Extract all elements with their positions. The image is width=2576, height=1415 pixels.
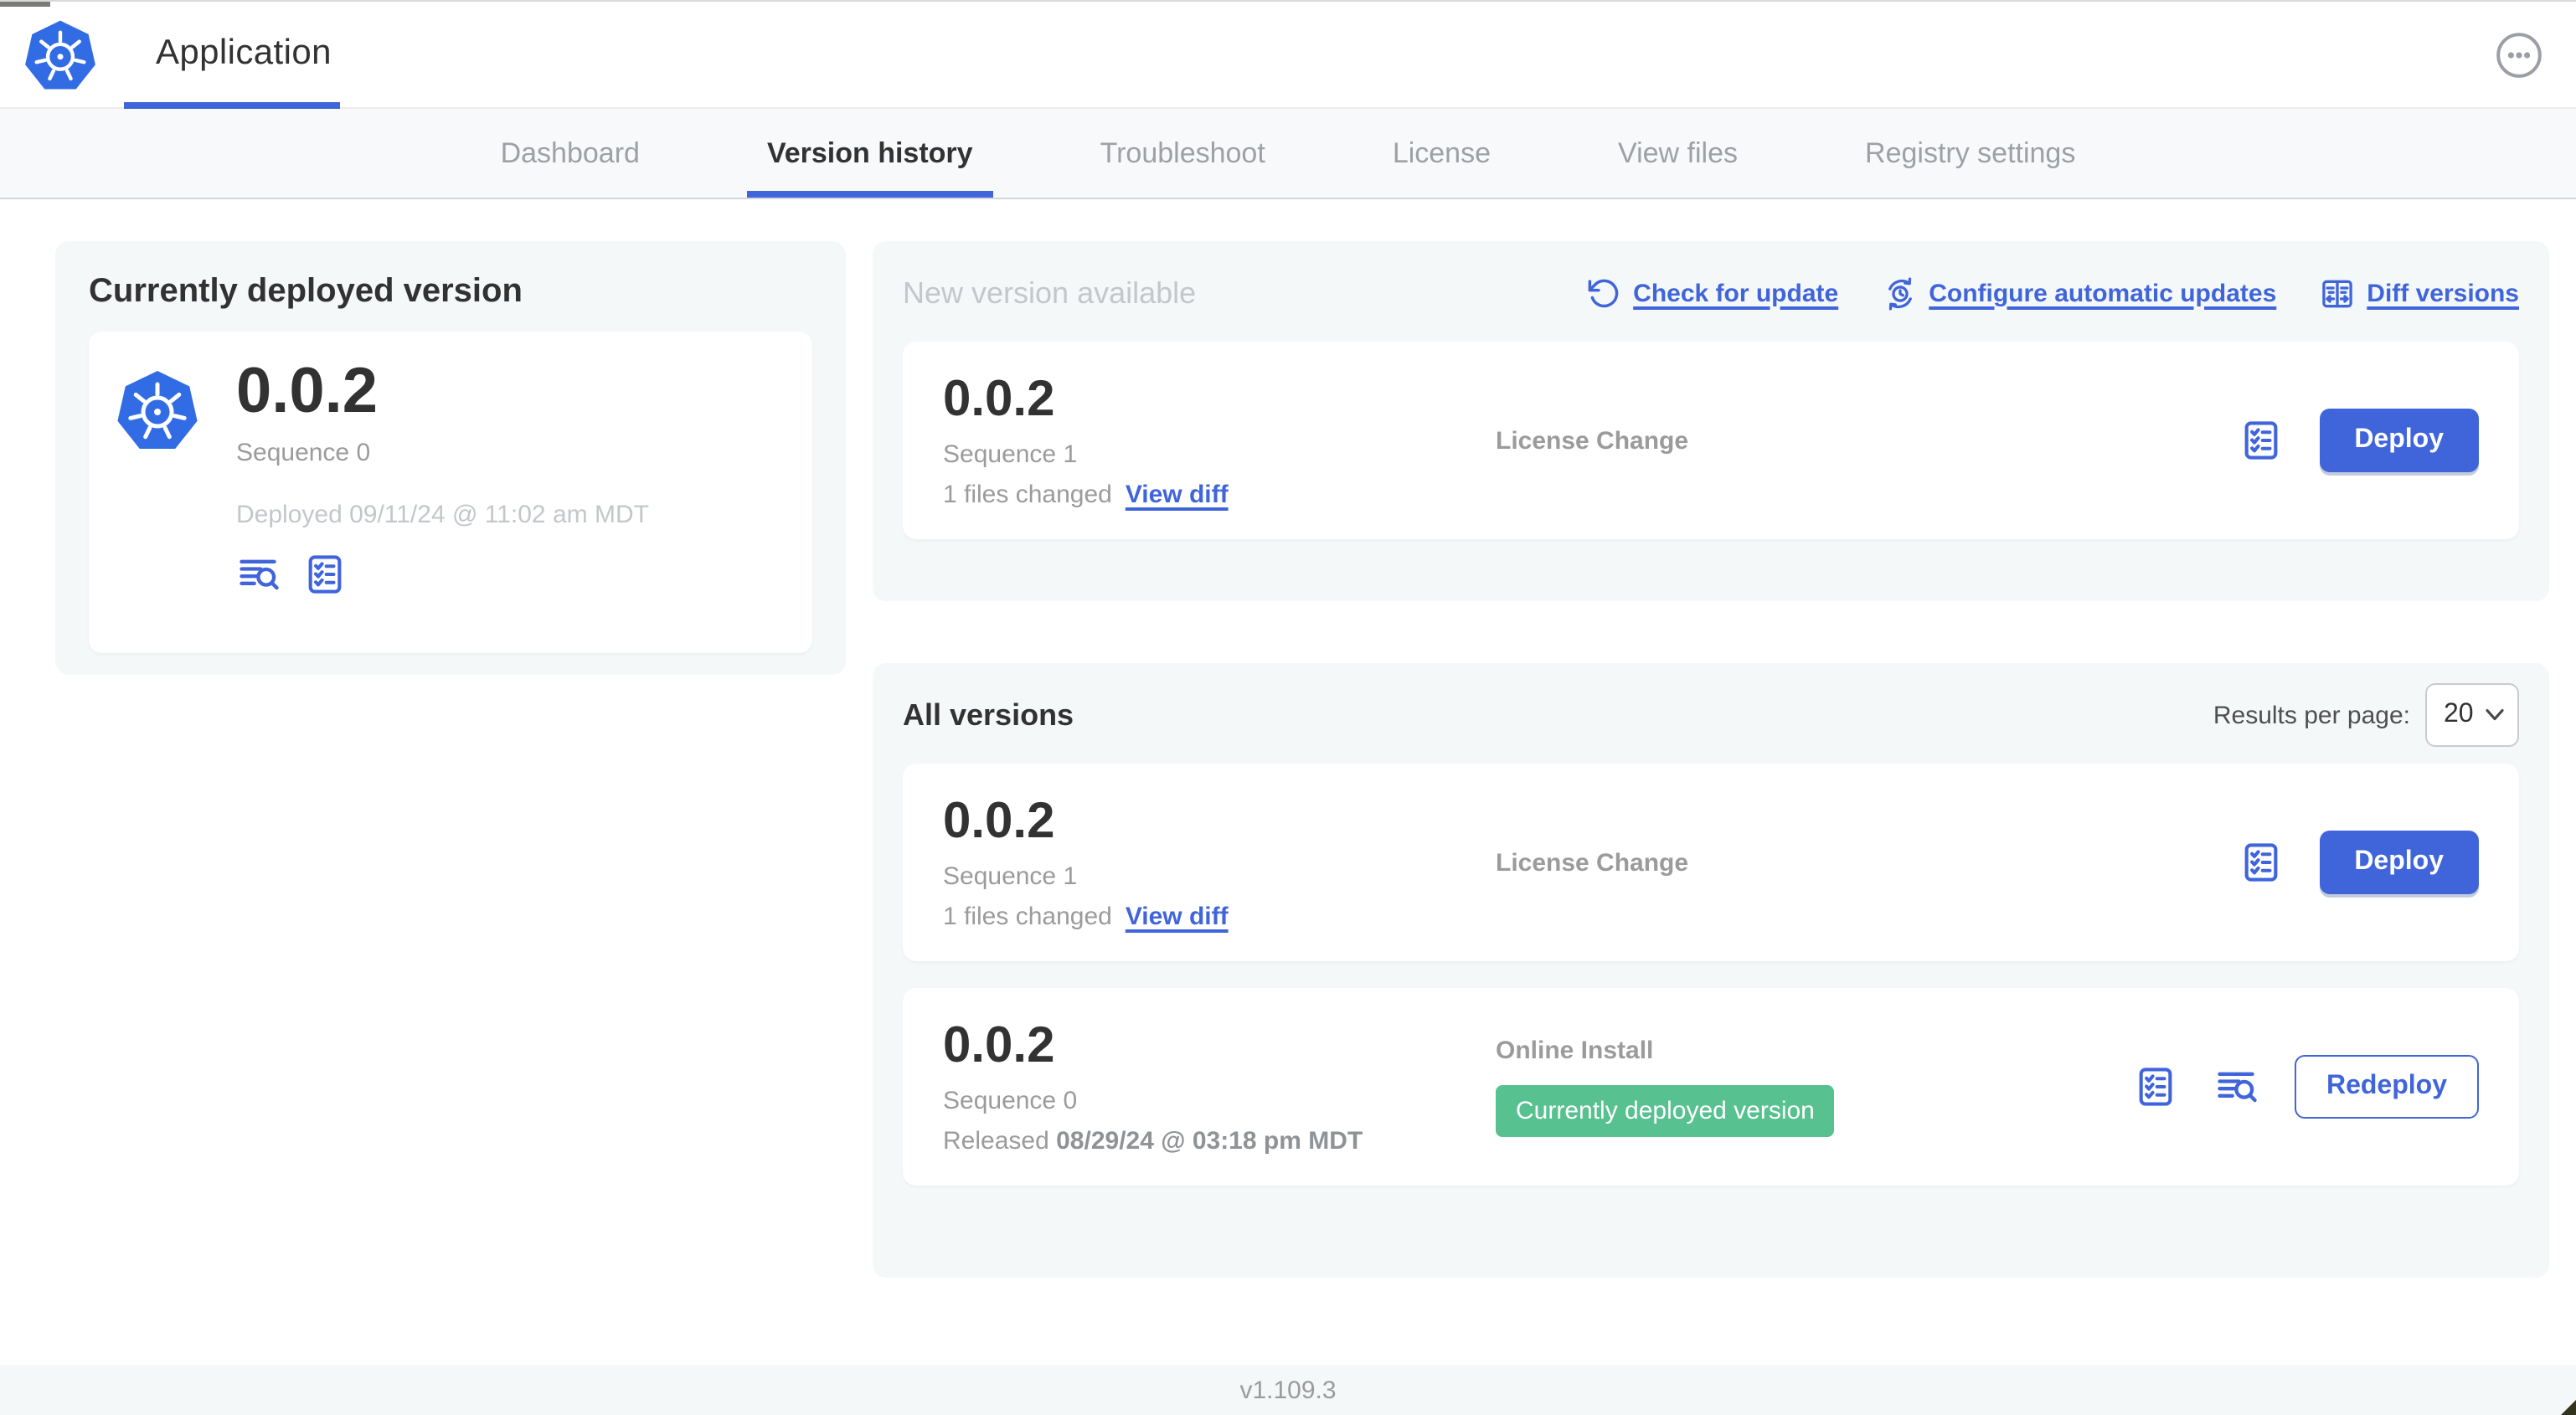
version-source: License Change: [1496, 848, 1689, 877]
all-versions-panel: All versions Results per page: 20 0.0.2 …: [873, 663, 2549, 1278]
currently-deployed-badge: Currently deployed version: [1496, 1085, 1835, 1137]
schedule-update-icon: [1882, 275, 1917, 311]
app-title-active-underline: [124, 102, 340, 109]
new-version-panel-header: New version available Check for update C…: [903, 271, 2519, 315]
version-config-button[interactable]: [2134, 1065, 2177, 1109]
version-source: License Change: [1496, 426, 1689, 455]
view-logs-button[interactable]: [236, 553, 280, 596]
view-logs-icon: [2214, 1065, 2258, 1109]
files-changed: 1 files changed View diff: [943, 902, 1496, 930]
version-source: Online Install: [1496, 1037, 1654, 1065]
deployed-version-number: 0.0.2: [236, 357, 379, 427]
kubernetes-logo-icon: [23, 18, 97, 92]
version-sequence: Sequence 1: [943, 440, 1078, 468]
version-source-column: License Change: [1496, 426, 2239, 455]
new-version-card: 0.0.2 Sequence 1 1 files changed View dif…: [903, 342, 2519, 539]
view-logs-button[interactable]: [2214, 1065, 2258, 1109]
main-nav-tabs: Dashboard Version history Troubleshoot L…: [0, 109, 2576, 199]
version-info: 0.0.2 Sequence 1 1 files changed View dif…: [943, 371, 1496, 508]
version-config-button[interactable]: [2239, 419, 2282, 462]
version-row: 0.0.2 Sequence 0 Released 08/29/24 @ 03:…: [903, 988, 2519, 1186]
app-footer: v1.109.3: [0, 1365, 2576, 1415]
version-config-button[interactable]: [2239, 841, 2282, 884]
currently-deployed-details: 0.0.2 Sequence 0 Deployed 09/11/24 @ 11:…: [236, 355, 649, 626]
version-number: 0.0.2: [943, 1017, 1055, 1073]
all-versions-heading: All versions: [903, 697, 1074, 731]
tab-version-history[interactable]: Version history: [746, 109, 993, 198]
ellipsis-circle-icon: [2496, 33, 2542, 78]
version-sequence: Sequence 1: [943, 862, 1078, 890]
tab-license[interactable]: License: [1393, 109, 1491, 198]
view-logs-icon: [236, 553, 280, 596]
admin-console-page: Application Dashboard Version history Tr…: [0, 0, 2576, 1415]
results-per-page: Results per page: 20: [2213, 683, 2519, 747]
view-diff-link[interactable]: View diff: [1126, 480, 1229, 508]
chevron-down-icon: [2486, 708, 2504, 721]
overflow-menu-button[interactable]: [2492, 28, 2546, 82]
version-info: 0.0.2 Sequence 0 Released 08/29/24 @ 03:…: [943, 1017, 1496, 1155]
files-changed-count: 1 files changed: [943, 902, 1112, 930]
tab-dashboard[interactable]: Dashboard: [501, 109, 640, 198]
currently-deployed-panel: Currently deployed version 0.0.2 Sequenc…: [55, 241, 846, 675]
tab-view-files[interactable]: View files: [1618, 109, 1738, 198]
new-version-heading: New version available: [903, 275, 1197, 309]
released-timestamp: Released 08/29/24 @ 03:18 pm MDT: [943, 1126, 1496, 1155]
version-source-column: License Change: [1496, 848, 2239, 877]
configure-automatic-updates-link[interactable]: Configure automatic updates: [1882, 275, 2276, 311]
released-label: Released: [943, 1126, 1049, 1155]
diff-versions-link[interactable]: Diff versions: [2320, 275, 2519, 311]
view-diff-link[interactable]: View diff: [1126, 902, 1229, 930]
app-title: Application: [156, 33, 332, 72]
version-info: 0.0.2 Sequence 1 1 files changed View dif…: [943, 793, 1496, 930]
screen-edge-artifact: [0, 2, 50, 7]
files-changed-count: 1 files changed: [943, 480, 1112, 508]
new-version-panel: New version available Check for update C…: [873, 241, 2549, 601]
version-source-column: Online Install Currently deployed versio…: [1496, 1037, 2134, 1137]
deploy-button[interactable]: Deploy: [2319, 831, 2479, 894]
tab-registry-settings[interactable]: Registry settings: [1865, 109, 2075, 198]
deployed-timestamp: Deployed 09/11/24 @ 11:02 am MDT: [236, 501, 649, 529]
check-for-update-link[interactable]: Check for update: [1586, 275, 1838, 311]
version-number: 0.0.2: [943, 793, 1055, 848]
all-versions-header: All versions Results per page: 20: [903, 683, 2519, 747]
version-history-content: Currently deployed version 0.0.2 Sequenc…: [0, 199, 2576, 1370]
files-changed: 1 files changed View diff: [943, 480, 1496, 508]
diff-icon: [2320, 275, 2355, 311]
console-version: v1.109.3: [1239, 1376, 1337, 1404]
version-actions: Deploy: [2239, 409, 2479, 472]
version-checklist-icon: [2239, 419, 2282, 462]
version-number: 0.0.2: [943, 371, 1055, 426]
version-checklist-icon: [2239, 841, 2282, 884]
currently-deployed-heading: Currently deployed version: [89, 273, 523, 310]
version-row: 0.0.2 Sequence 1 1 files changed View dif…: [903, 764, 2519, 961]
configure-automatic-updates-label: Configure automatic updates: [1929, 279, 2277, 307]
results-per-page-select[interactable]: 20: [2425, 683, 2519, 747]
cursor-artifact: [2561, 1400, 2576, 1415]
results-per-page-label: Results per page:: [2213, 701, 2410, 729]
app-header: Application: [0, 0, 2576, 109]
version-actions: Redeploy: [2134, 1055, 2479, 1119]
results-per-page-value: 20: [2444, 700, 2474, 728]
version-checklist-icon: [303, 553, 347, 596]
redeploy-button[interactable]: Redeploy: [2294, 1055, 2479, 1119]
version-checklist-icon: [2134, 1065, 2177, 1109]
update-actions: Check for update Configure automatic upd…: [1586, 275, 2519, 311]
check-for-update-label: Check for update: [1633, 279, 1839, 307]
refresh-icon: [1586, 275, 1621, 311]
version-config-button[interactable]: [303, 553, 347, 596]
deployed-actions: [236, 553, 649, 596]
deployed-sequence: Sequence 0: [236, 439, 371, 467]
kubernetes-app-icon: [116, 368, 199, 452]
deploy-button[interactable]: Deploy: [2319, 409, 2479, 472]
currently-deployed-card: 0.0.2 Sequence 0 Deployed 09/11/24 @ 11:…: [89, 332, 812, 653]
version-actions: Deploy: [2239, 831, 2479, 894]
version-sequence: Sequence 0: [943, 1086, 1078, 1114]
released-date: 08/29/24 @ 03:18 pm MDT: [1056, 1126, 1363, 1155]
tab-troubleshoot[interactable]: Troubleshoot: [1100, 109, 1265, 198]
diff-versions-label: Diff versions: [2367, 279, 2519, 307]
